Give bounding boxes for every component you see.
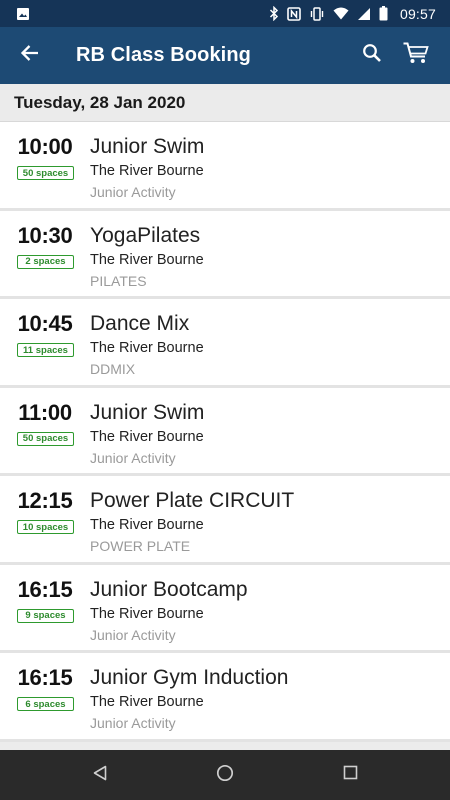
spaces-badge: 2 spaces: [17, 254, 74, 269]
cart-button[interactable]: [394, 27, 438, 84]
class-list-item[interactable]: 16:15 9 spaces Junior Bootcamp The River…: [0, 564, 450, 653]
nav-recents-button[interactable]: [288, 750, 413, 800]
class-venue: The River Bourne: [90, 251, 204, 268]
class-category: Junior Activity: [90, 184, 176, 200]
back-button[interactable]: [0, 27, 60, 84]
class-name: Junior Swim: [90, 400, 205, 424]
spaces-badge: 6 spaces: [17, 697, 74, 711]
class-list-item[interactable]: 12:15 10 spaces Power Plate CIRCUIT The …: [0, 476, 450, 565]
class-time: 12:15: [17, 488, 73, 513]
nfc-icon: [287, 6, 301, 21]
bluetooth-icon: [269, 6, 279, 21]
class-name: Junior Bootcamp: [90, 577, 248, 601]
recents-square-icon: [343, 765, 358, 785]
status-bar: 09:57: [0, 0, 450, 27]
cart-icon: [402, 41, 430, 70]
clock: 09:57: [399, 5, 436, 22]
class-name: Power Plate CIRCUIT: [90, 489, 295, 512]
class-list-item[interactable]: 10:30 2 spaces YogaPilates The River Bou…: [0, 210, 450, 299]
class-time: 10:00: [17, 134, 73, 159]
class-category: Junior Activity: [90, 449, 176, 466]
class-name: Dance Mix: [90, 312, 190, 335]
spaces-badge: 9 spaces: [17, 608, 74, 623]
class-category: DDMIX: [90, 361, 136, 377]
class-venue: The River Bourne: [90, 163, 204, 179]
date-header: Tuesday, 28 Jan 2020: [0, 84, 450, 122]
spaces-badge: 50 spaces: [17, 166, 74, 180]
search-button[interactable]: [350, 27, 394, 84]
class-name: Junior Gym Induction: [90, 666, 289, 689]
image-notification-icon: [16, 7, 30, 21]
back-arrow-icon: [20, 44, 40, 67]
class-list-item[interactable]: 10:45 11 spaces Dance Mix The River Bour…: [0, 299, 450, 388]
class-list-item[interactable]: 11:00 50 spaces Junior Swim The River Bo…: [0, 387, 450, 476]
class-venue: The River Bourne: [90, 517, 204, 533]
back-triangle-icon: [92, 765, 108, 786]
app-bar: RB Class Booking: [0, 27, 450, 84]
class-category: POWER PLATE: [90, 538, 191, 554]
class-time: 16:15: [17, 665, 73, 690]
nav-back-button[interactable]: [38, 750, 163, 800]
page-title: RB Class Booking: [76, 44, 251, 66]
battery-icon: [379, 6, 388, 21]
spaces-badge: 10 spaces: [17, 520, 74, 534]
class-category: Junior Activity: [90, 626, 176, 643]
spaces-badge: 50 spaces: [17, 431, 74, 446]
class-venue: The River Bourne: [90, 428, 204, 445]
class-time: 10:45: [17, 311, 73, 336]
spaces-badge: 11 spaces: [17, 343, 74, 357]
nav-home-button[interactable]: [163, 750, 288, 800]
class-name: YogaPilates: [90, 223, 201, 247]
class-list: 10:00 50 spaces Junior Swim The River Bo…: [0, 122, 450, 742]
search-icon: [362, 43, 382, 68]
class-name: Junior Swim: [90, 135, 205, 158]
class-time: 11:00: [18, 399, 72, 425]
class-list-item[interactable]: 10:00 50 spaces Junior Swim The River Bo…: [0, 122, 450, 211]
class-time: 10:30: [17, 222, 73, 248]
home-circle-icon: [216, 764, 234, 787]
signal-icon: [357, 7, 371, 21]
wifi-icon: [333, 7, 349, 20]
class-venue: The River Bourne: [90, 605, 204, 622]
class-list-item[interactable]: 16:15 6 spaces Junior Gym Induction The …: [0, 653, 450, 742]
class-time: 16:15: [17, 576, 73, 602]
class-venue: The River Bourne: [90, 694, 204, 710]
class-venue: The River Bourne: [90, 340, 204, 356]
class-category: PILATES: [90, 272, 147, 289]
class-category: Junior Activity: [90, 715, 176, 731]
vibrate-icon: [309, 6, 325, 21]
system-nav-bar: [0, 750, 450, 800]
